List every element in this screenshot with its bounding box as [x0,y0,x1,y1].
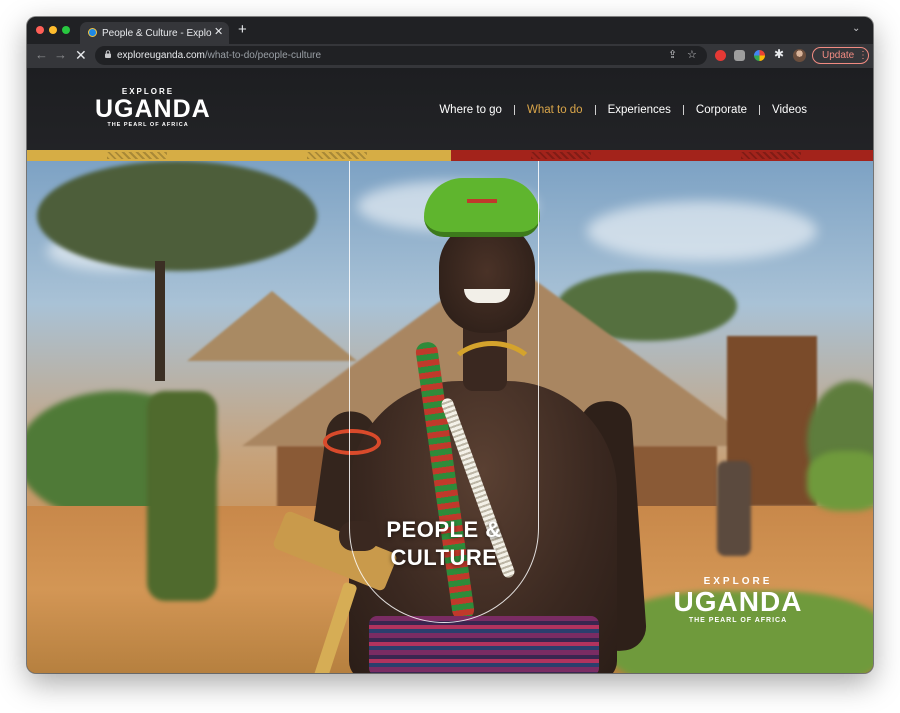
lock-icon [105,50,111,58]
extension-grey-icon[interactable] [734,50,745,61]
nav-divider [759,105,761,115]
background-person [147,391,217,601]
extension-red-icon[interactable] [715,50,726,61]
nav-experiences[interactable]: Experiences [608,102,671,118]
acacia-tree [37,161,317,271]
stripe-pattern [531,152,591,159]
close-window-button[interactable] [36,26,44,34]
zoom-window-button[interactable] [62,26,70,34]
site-header: EXPLORE UGANDA THE PEARL OF AFRICA Where… [27,68,873,150]
url-host: exploreuganda.com [117,50,205,61]
cloud [587,201,817,261]
main-nav: Where to go What to do Experiences Corpo… [439,102,807,118]
bookmark-star-icon[interactable]: ☆ [687,48,697,62]
watermark-name-text: UGANDA [673,586,803,617]
tab-search-icon[interactable]: ⌄ [852,23,860,34]
logo-name-text: UGANDA [95,95,211,123]
extension-color-icon[interactable] [754,50,765,61]
forward-button[interactable]: → [54,47,67,63]
nav-videos[interactable]: Videos [772,102,807,118]
hero-photo: PEOPLE & CULTURE EXPLORE UGANDA THE PEAR… [27,161,873,673]
update-button[interactable]: Update ⋮ [812,47,869,64]
logo-tagline: THE PEARL OF AFRICA [107,122,189,128]
stripe-pattern [741,152,801,159]
nav-where-to-go[interactable]: Where to go [439,102,502,118]
web-page: EXPLORE UGANDA THE PEARL OF AFRICA Where… [27,68,873,673]
browser-tab-active[interactable]: People & Culture - Explore Uganda ✕ [80,22,229,44]
nav-what-to-do[interactable]: What to do [527,102,583,118]
menu-dots-icon[interactable]: ⋮ [858,48,868,63]
browser-toolbar: ← → ✕ exploreuganda.com/what-to-do/peopl… [27,44,873,68]
site-logo[interactable]: EXPLORE UGANDA THE PEARL OF AFRICA [95,87,211,133]
hero-title-line2: CULTURE [390,545,498,570]
hero-title-line1: PEOPLE & [386,517,502,542]
address-bar[interactable]: exploreuganda.com/what-to-do/people-cult… [95,46,707,65]
watermark-logo: EXPLORE UGANDA THE PEARL OF AFRICA [663,576,813,626]
nav-divider [513,105,515,115]
share-icon[interactable]: ⇪ [668,48,677,62]
url-path: /what-to-do/people-culture [204,50,322,61]
watermark-tagline: THE PEARL OF AFRICA [688,617,788,624]
tab-strip: People & Culture - Explore Uganda ✕ + ⌄ [27,17,873,44]
tree-trunk [155,261,165,381]
update-label: Update [822,50,855,61]
tab-title: People & Culture - Explore Uganda [102,28,212,39]
stop-loading-button[interactable]: ✕ [75,47,87,63]
hero-title: PEOPLE & CULTURE [349,516,539,572]
gold-accent-stripe [27,150,451,161]
browser-window: People & Culture - Explore Uganda ✕ + ⌄ … [27,17,873,673]
tab-close-icon[interactable]: ✕ [214,26,223,39]
site-favicon-icon [88,28,97,37]
striped-wrap [369,616,599,673]
nav-divider [594,105,596,115]
stripe-pattern [107,152,167,159]
stripe-pattern [307,152,367,159]
grass [807,451,873,511]
new-tab-button[interactable]: + [238,22,247,38]
red-accent-stripe [451,150,873,161]
url-text: exploreuganda.com/what-to-do/people-cult… [117,49,321,62]
extensions-puzzle-icon[interactable]: ✱ [774,47,784,61]
nav-divider [682,105,684,115]
nav-corporate[interactable]: Corporate [696,102,747,118]
profile-avatar-icon[interactable] [793,49,806,62]
minimize-window-button[interactable] [49,26,57,34]
back-button[interactable]: ← [35,47,48,63]
background-child [717,461,751,556]
